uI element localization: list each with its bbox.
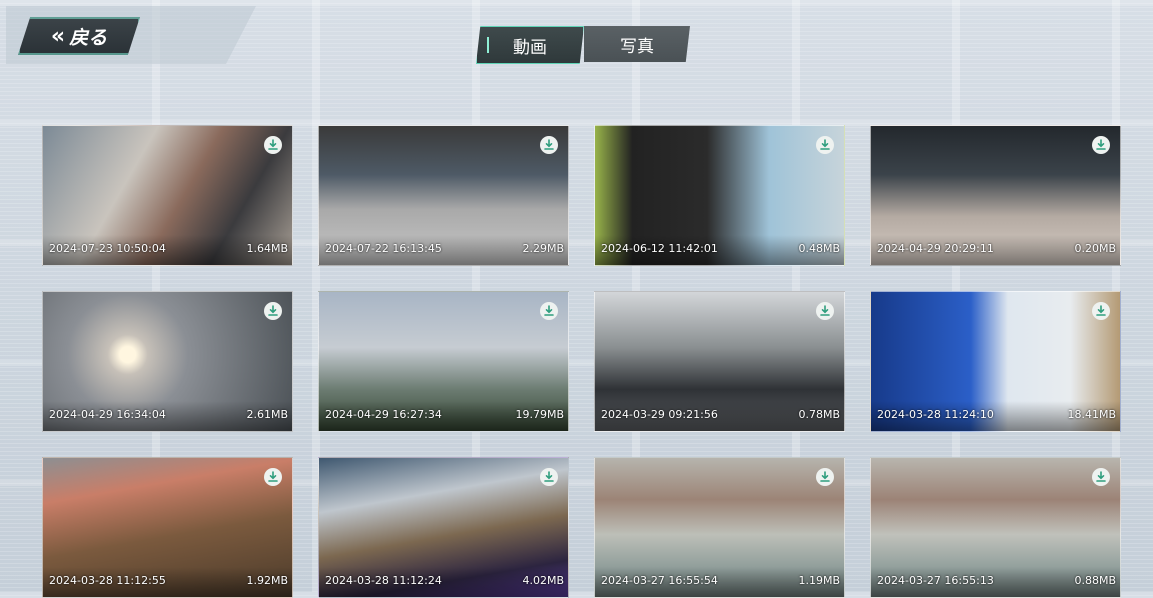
back-label: 戻る: [69, 26, 108, 49]
video-date: 2024-03-28 11:24:10: [877, 408, 994, 421]
video-gallery: 2024-07-23 10:50:04 1.64MB 2024-07-22 16:1…: [42, 125, 1122, 598]
video-size: 18.41MB: [1067, 408, 1116, 421]
video-thumbnail[interactable]: 2024-03-28 11:24:10 18.41MB: [870, 291, 1121, 432]
thumbnail-info-bar: 2024-04-29 20:29:11 0.20MB: [871, 235, 1120, 265]
video-size: 2.29MB: [522, 242, 564, 255]
download-icon[interactable]: [1092, 136, 1110, 154]
video-size: 1.92MB: [246, 574, 288, 587]
video-date: 2024-03-28 11:12:55: [49, 574, 166, 587]
download-icon[interactable]: [1092, 302, 1110, 320]
video-thumbnail[interactable]: 2024-04-29 16:27:34 19.79MB: [318, 291, 569, 432]
video-size: 0.48MB: [798, 242, 840, 255]
video-size: 0.78MB: [798, 408, 840, 421]
video-date: 2024-06-12 11:42:01: [601, 242, 718, 255]
download-icon[interactable]: [540, 302, 558, 320]
chevron-left-icon: «: [50, 23, 66, 49]
download-icon[interactable]: [816, 468, 834, 486]
video-thumbnail[interactable]: 2024-03-27 16:55:54 1.19MB: [594, 457, 845, 598]
video-date: 2024-03-29 09:21:56: [601, 408, 718, 421]
media-tabs: 動画 写真: [476, 26, 690, 64]
thumbnail-info-bar: 2024-03-27 16:55:54 1.19MB: [595, 567, 844, 597]
video-size: 0.20MB: [1074, 242, 1116, 255]
video-thumbnail[interactable]: 2024-03-27 16:55:13 0.88MB: [870, 457, 1121, 598]
download-icon[interactable]: [1092, 468, 1110, 486]
tab-photos[interactable]: 写真: [584, 26, 690, 62]
video-size: 0.88MB: [1074, 574, 1116, 587]
thumbnail-info-bar: 2024-03-27 16:55:13 0.88MB: [871, 567, 1120, 597]
video-thumbnail[interactable]: 2024-03-28 11:12:55 1.92MB: [42, 457, 293, 598]
video-thumbnail[interactable]: 2024-03-29 09:21:56 0.78MB: [594, 291, 845, 432]
thumbnail-info-bar: 2024-03-28 11:24:10 18.41MB: [871, 401, 1120, 431]
video-date: 2024-07-23 10:50:04: [49, 242, 166, 255]
video-size: 1.19MB: [798, 574, 840, 587]
tab-videos[interactable]: 動画: [476, 26, 584, 64]
video-date: 2024-04-29 16:34:04: [49, 408, 166, 421]
tab-videos-label: 動画: [513, 37, 547, 58]
download-icon[interactable]: [264, 302, 282, 320]
video-size: 2.61MB: [246, 408, 288, 421]
video-date: 2024-03-28 11:12:24: [325, 574, 442, 587]
download-icon[interactable]: [540, 136, 558, 154]
thumbnail-info-bar: 2024-04-29 16:34:04 2.61MB: [43, 401, 292, 431]
thumbnail-info-bar: 2024-03-28 11:12:55 1.92MB: [43, 567, 292, 597]
video-date: 2024-03-27 16:55:54: [601, 574, 718, 587]
video-date: 2024-07-22 16:13:45: [325, 242, 442, 255]
video-thumbnail[interactable]: 2024-04-29 20:29:11 0.20MB: [870, 125, 1121, 266]
video-thumbnail[interactable]: 2024-07-22 16:13:45 2.29MB: [318, 125, 569, 266]
video-date: 2024-03-27 16:55:13: [877, 574, 994, 587]
thumbnail-info-bar: 2024-07-23 10:50:04 1.64MB: [43, 235, 292, 265]
thumbnail-info-bar: 2024-04-29 16:27:34 19.79MB: [319, 401, 568, 431]
video-size: 4.02MB: [522, 574, 564, 587]
thumbnail-info-bar: 2024-06-12 11:42:01 0.48MB: [595, 235, 844, 265]
video-date: 2024-04-29 16:27:34: [325, 408, 442, 421]
thumbnail-info-bar: 2024-03-28 11:12:24 4.02MB: [319, 567, 568, 597]
back-button[interactable]: « 戻る: [18, 17, 140, 55]
video-thumbnail[interactable]: 2024-06-12 11:42:01 0.48MB: [594, 125, 845, 266]
download-icon[interactable]: [816, 136, 834, 154]
video-thumbnail[interactable]: 2024-07-23 10:50:04 1.64MB: [42, 125, 293, 266]
download-icon[interactable]: [264, 468, 282, 486]
thumbnail-info-bar: 2024-03-29 09:21:56 0.78MB: [595, 401, 844, 431]
video-thumbnail[interactable]: 2024-03-28 11:12:24 4.02MB: [318, 457, 569, 598]
download-icon[interactable]: [264, 136, 282, 154]
video-size: 19.79MB: [515, 408, 564, 421]
download-icon[interactable]: [816, 302, 834, 320]
video-date: 2024-04-29 20:29:11: [877, 242, 994, 255]
video-thumbnail[interactable]: 2024-04-29 16:34:04 2.61MB: [42, 291, 293, 432]
download-icon[interactable]: [540, 468, 558, 486]
thumbnail-info-bar: 2024-07-22 16:13:45 2.29MB: [319, 235, 568, 265]
tab-photos-label: 写真: [620, 36, 654, 57]
video-size: 1.64MB: [246, 242, 288, 255]
